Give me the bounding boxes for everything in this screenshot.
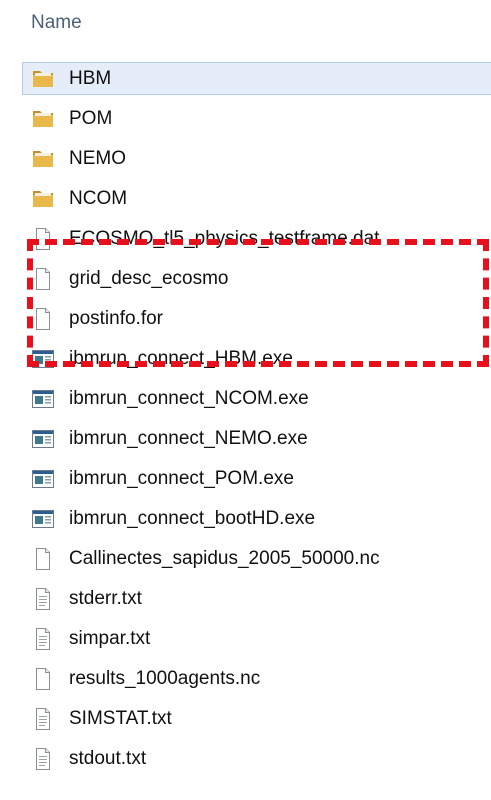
application-icon xyxy=(31,507,55,531)
file-row[interactable]: POM xyxy=(0,99,491,139)
file-row[interactable]: SIMSTAT.txt xyxy=(0,699,491,739)
file-icon xyxy=(31,547,55,571)
file-row[interactable]: ibmrun_connect_NEMO.exe xyxy=(0,419,491,459)
file-name: ibmrun_connect_HBM.exe xyxy=(69,348,293,369)
application-icon xyxy=(31,347,55,371)
file-name: HBM xyxy=(69,68,112,89)
file-name: POM xyxy=(69,108,113,129)
file-row[interactable]: HBM xyxy=(0,59,491,99)
application-icon xyxy=(31,387,55,411)
file-row[interactable]: stderr.txt xyxy=(0,579,491,619)
file-row[interactable]: ibmrun_connect_HBM.exe xyxy=(0,339,491,379)
file-name: SIMSTAT.txt xyxy=(69,708,172,729)
file-name: ibmrun_connect_bootHD.exe xyxy=(69,508,316,529)
file-row[interactable]: results_1000agents.nc xyxy=(0,659,491,699)
file-name: stderr.txt xyxy=(69,588,142,609)
folder-icon xyxy=(31,107,55,131)
file-row[interactable]: ibmrun_connect_bootHD.exe xyxy=(0,499,491,539)
file-row[interactable]: postinfo.for xyxy=(0,299,491,339)
file-icon xyxy=(31,667,55,691)
file-name: grid_desc_ecosmo xyxy=(69,268,229,289)
text-file-icon xyxy=(31,707,55,731)
folder-icon xyxy=(31,67,55,91)
text-file-icon xyxy=(31,747,55,771)
name-column-label: Name xyxy=(31,12,82,33)
file-name: ibmrun_connect_POM.exe xyxy=(69,468,294,489)
file-list: HBM POM NEMO NCOM ECOSMO_tl5_physics_testfra… xyxy=(0,59,491,779)
file-row[interactable]: ibmrun_connect_NCOM.exe xyxy=(0,379,491,419)
file-name: ibmrun_connect_NCOM.exe xyxy=(69,388,309,409)
file-name: Callinectes_sapidus_2005_50000.nc xyxy=(69,548,380,569)
file-row[interactable]: NEMO xyxy=(0,139,491,179)
folder-icon xyxy=(31,187,55,211)
column-header[interactable]: Name xyxy=(0,0,491,48)
file-row[interactable]: ibmrun_connect_POM.exe xyxy=(0,459,491,499)
file-name: results_1000agents.nc xyxy=(69,668,261,689)
text-file-icon xyxy=(31,587,55,611)
file-row[interactable]: stdout.txt xyxy=(0,739,491,779)
folder-icon xyxy=(31,147,55,171)
file-row[interactable]: NCOM xyxy=(0,179,491,219)
file-name: simpar.txt xyxy=(69,628,151,649)
file-name: stdout.txt xyxy=(69,748,147,769)
file-name: ibmrun_connect_NEMO.exe xyxy=(69,428,308,449)
application-icon xyxy=(31,467,55,491)
file-row[interactable]: simpar.txt xyxy=(0,619,491,659)
file-name: NEMO xyxy=(69,148,126,169)
text-file-icon xyxy=(31,627,55,651)
application-icon xyxy=(31,427,55,451)
file-row[interactable]: grid_desc_ecosmo xyxy=(0,259,491,299)
file-icon xyxy=(31,307,55,331)
file-row[interactable]: Callinectes_sapidus_2005_50000.nc xyxy=(0,539,491,579)
file-icon xyxy=(31,227,55,251)
file-name: postinfo.for xyxy=(69,308,163,329)
file-name: ECOSMO_tl5_physics_testframe.dat xyxy=(69,228,380,249)
file-row[interactable]: ECOSMO_tl5_physics_testframe.dat xyxy=(0,219,491,259)
file-icon xyxy=(31,267,55,291)
file-name: NCOM xyxy=(69,188,128,209)
